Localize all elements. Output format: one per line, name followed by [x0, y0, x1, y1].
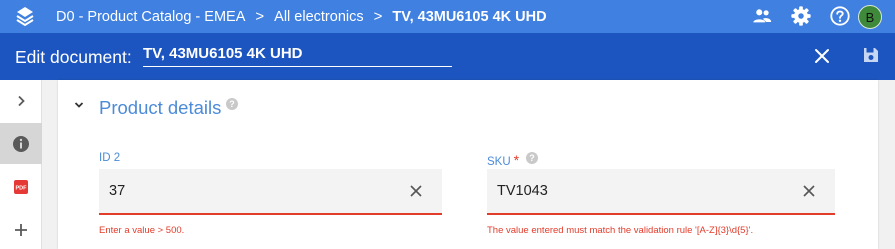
section-help-icon[interactable]: ? — [226, 98, 238, 110]
pdf-icon-label: PDF — [16, 185, 28, 191]
close-icon[interactable] — [813, 47, 831, 65]
edit-bar: Edit document: TV, 43MU6105 4K UHD — [0, 33, 895, 80]
plus-icon — [15, 223, 27, 236]
chevron-down-icon[interactable] — [73, 99, 85, 111]
breadcrumb-separator: > — [373, 8, 383, 25]
breadcrumb-item-category[interactable]: All electronics — [274, 9, 363, 25]
clear-icon[interactable] — [801, 183, 817, 199]
expand-rail-button[interactable] — [0, 80, 42, 121]
pdf-icon: PDF — [14, 179, 28, 194]
clear-icon[interactable] — [408, 183, 424, 199]
id2-error-message: Enter a value > 500. — [99, 225, 185, 236]
sku-help-icon[interactable]: ? — [526, 152, 538, 164]
rail-item-pdf[interactable]: PDF — [0, 166, 42, 207]
document-title-input[interactable]: TV, 43MU6105 4K UHD — [143, 45, 452, 67]
breadcrumb: D0 - Product Catalog - EMEA > All electr… — [56, 0, 547, 33]
sku-label-text: SKU — [487, 156, 511, 168]
section-title[interactable]: Product details — [99, 97, 221, 119]
id2-value: 37 — [109, 183, 126, 199]
gear-icon[interactable] — [790, 5, 812, 27]
save-icon[interactable] — [862, 46, 880, 64]
chevron-right-icon — [18, 95, 25, 106]
rail-item-add[interactable] — [0, 209, 42, 249]
sku-field[interactable]: TV1043 — [487, 169, 835, 215]
product-details-panel: Product details ? ID 2 37 Enter a value … — [58, 80, 878, 249]
rail-item-info[interactable] — [0, 123, 42, 164]
sku-error-message: The value entered must match the validat… — [487, 225, 754, 236]
app-logo-icon[interactable] — [14, 5, 36, 27]
avatar[interactable]: B — [858, 5, 882, 29]
help-icon[interactable] — [829, 5, 851, 27]
people-icon[interactable] — [751, 5, 773, 27]
breadcrumb-separator: > — [255, 8, 265, 25]
top-bar: D0 - Product Catalog - EMEA > All electr… — [0, 0, 895, 33]
edit-document-label: Edit document: — [15, 47, 132, 67]
breadcrumb-item-catalog[interactable]: D0 - Product Catalog - EMEA — [56, 9, 245, 25]
id2-label: ID 2 — [99, 152, 121, 164]
sku-value: TV1043 — [497, 183, 548, 199]
id2-field[interactable]: 37 — [99, 169, 442, 215]
sku-label: SKU * — [487, 152, 519, 168]
left-rail: PDF — [0, 80, 42, 249]
info-icon — [13, 135, 29, 152]
breadcrumb-item-current: TV, 43MU6105 4K UHD — [392, 8, 547, 25]
required-star: * — [513, 152, 520, 168]
